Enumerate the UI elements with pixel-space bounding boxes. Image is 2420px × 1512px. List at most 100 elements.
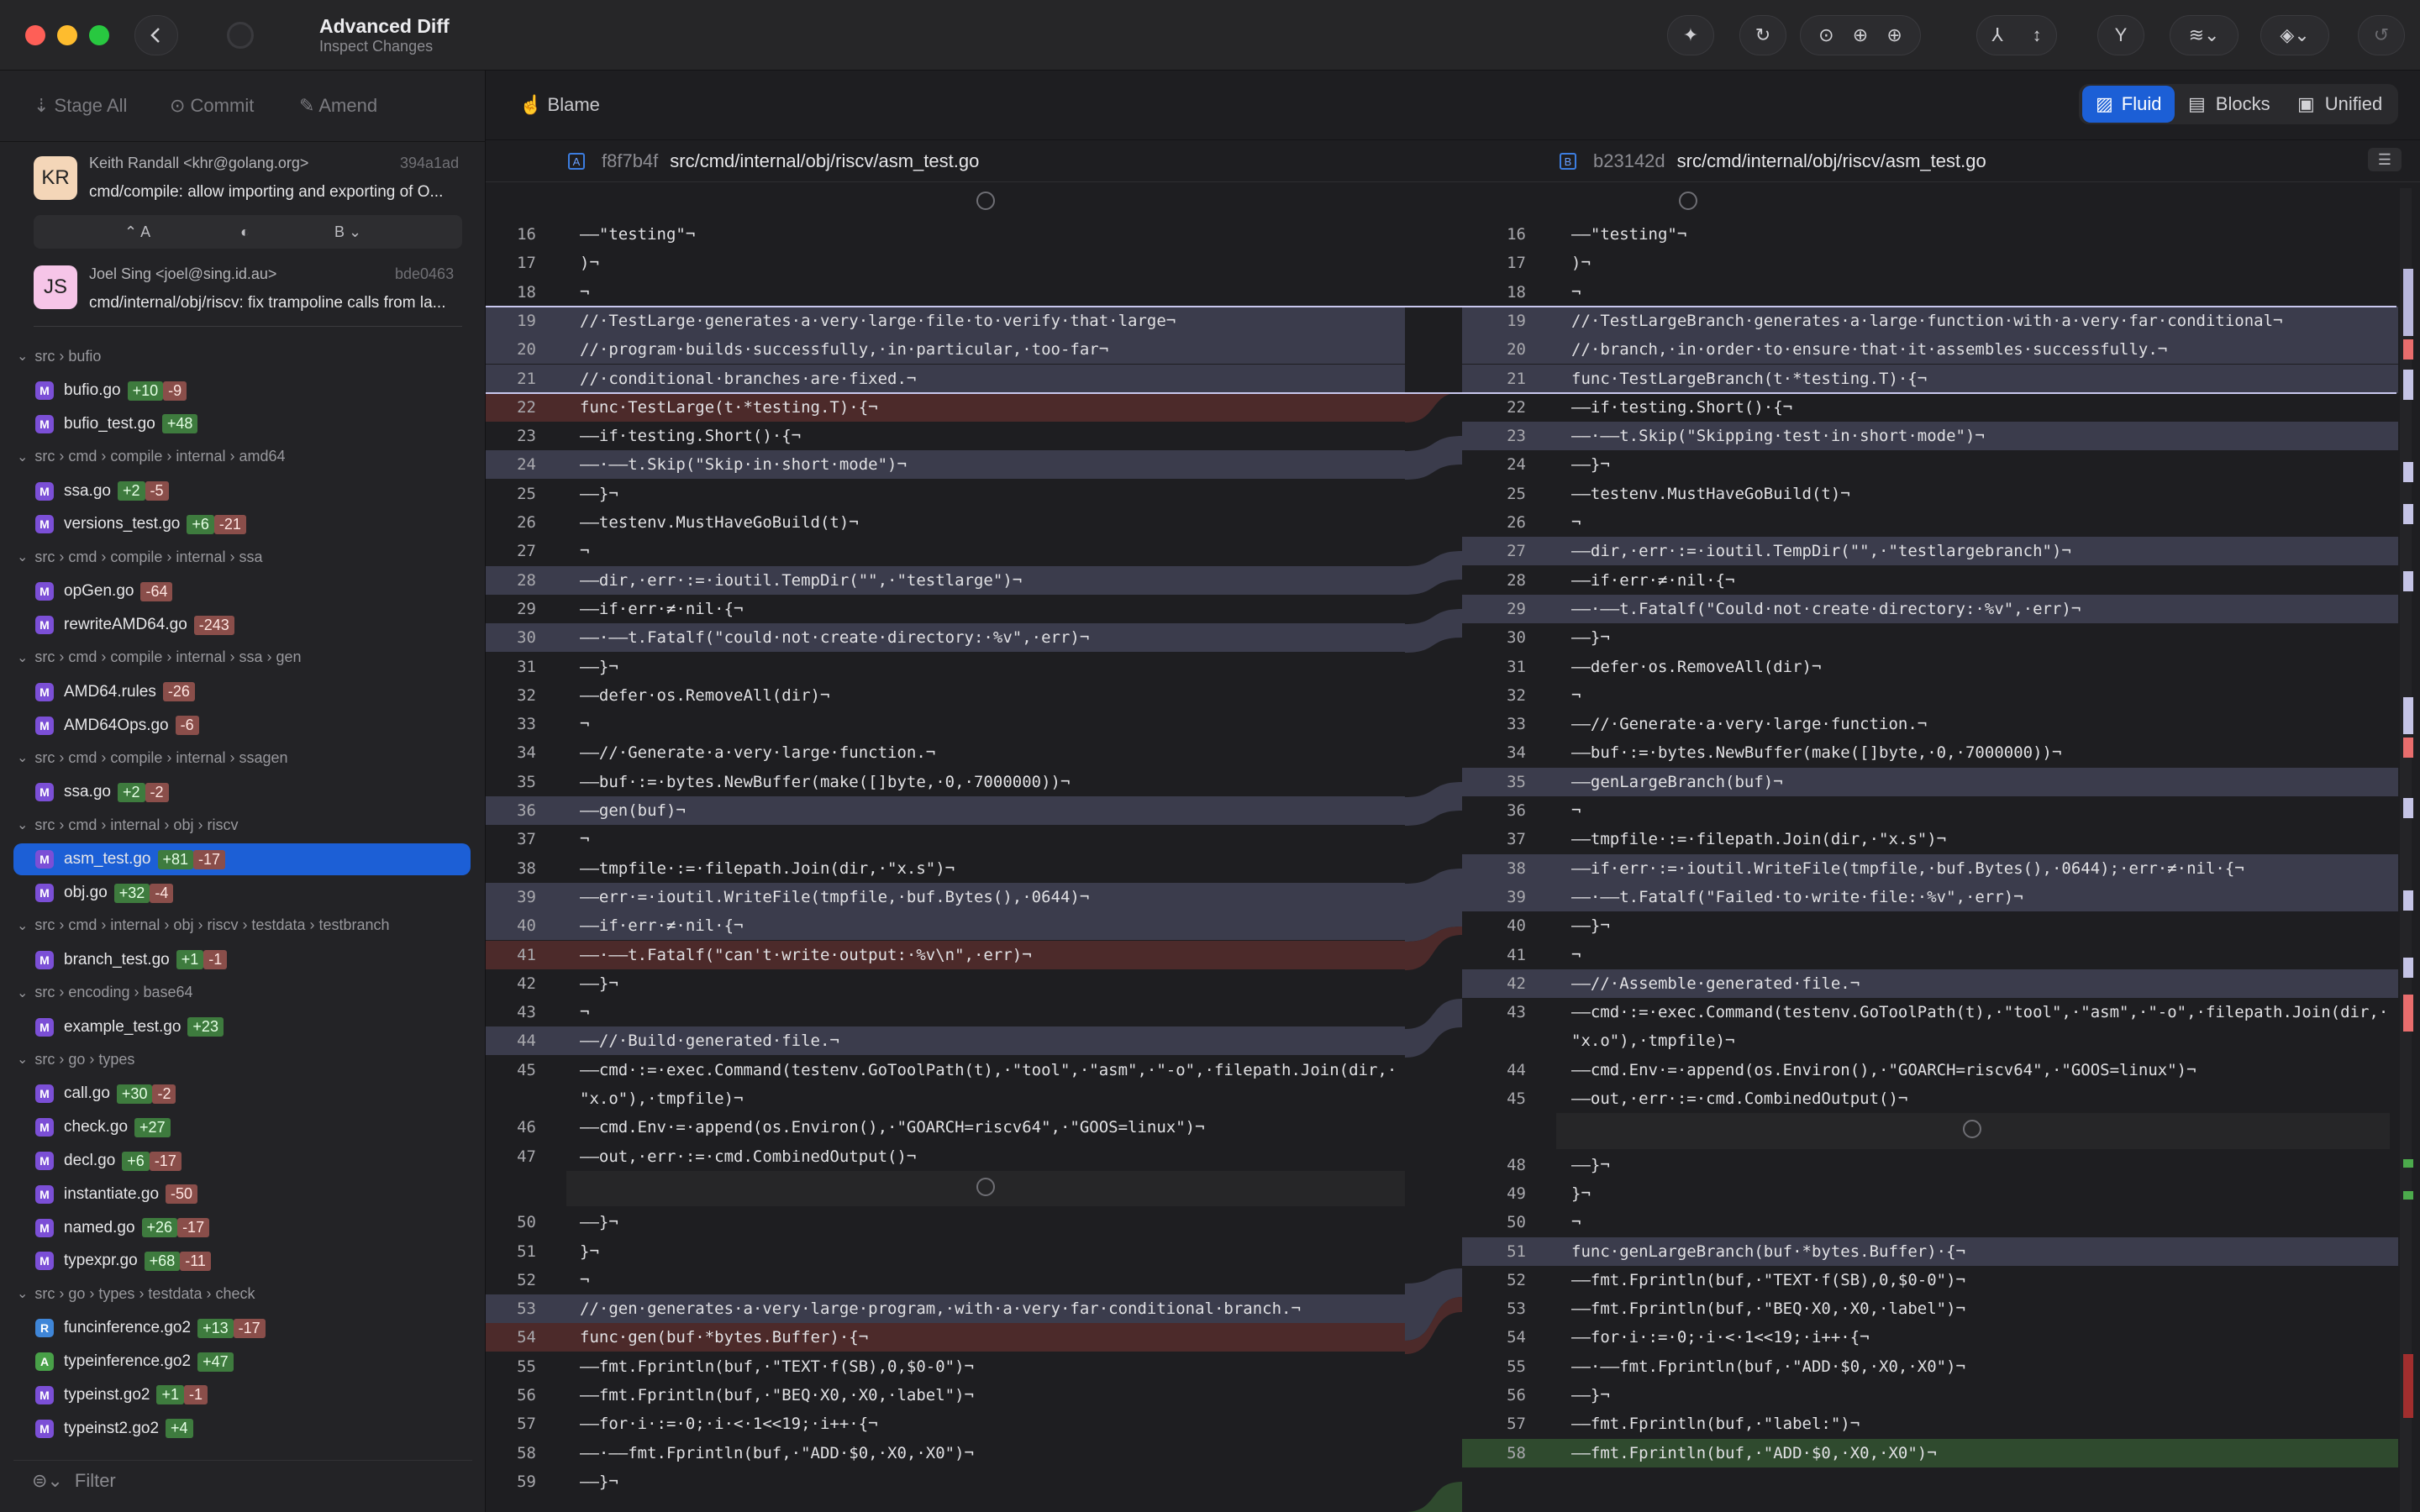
folder-group[interactable]: ⌄ src › go › types › testdata › check — [17, 1278, 255, 1309]
file-list-item[interactable]: Rfuncinference.go2 +13 -17 — [13, 1312, 471, 1344]
code-line[interactable]: ¬ — [580, 715, 1403, 733]
code-line[interactable]: ——if·err·:=·ioutil.WriteFile(tmpfile,·bu… — [1571, 859, 2395, 878]
folder-group[interactable]: ⌄ src › cmd › compile › internal › ssagen — [17, 743, 288, 773]
code-line[interactable]: ¬ — [1571, 686, 2395, 705]
code-line[interactable]: ——cmd·:=·exec.Command(testenv.GoToolPath… — [1571, 1003, 2395, 1021]
file-list-item[interactable]: Mbufio_test.go +48 — [13, 408, 471, 440]
filter-input[interactable]: Filter — [75, 1470, 116, 1492]
code-line[interactable]: func·genLargeBranch(buf·*bytes.Buffer)·{… — [1571, 1242, 2395, 1261]
code-line[interactable]: ——fmt.Fprintln(buf,·"BEQ·X0,·X0,·label")… — [1571, 1299, 2395, 1318]
code-line[interactable]: ——if·testing.Short()·{¬ — [580, 427, 1403, 445]
code-line[interactable]: ¬ — [1571, 801, 2395, 820]
code-line[interactable]: ¬ — [1571, 946, 2395, 964]
code-line[interactable]: ——err·=·ioutil.WriteFile(tmpfile,·buf.By… — [580, 888, 1403, 906]
file-list-item[interactable]: Atypeinference.go2 +47 — [13, 1346, 471, 1378]
code-line[interactable]: ——buf·:=·bytes.NewBuffer(make([]byte,·0,… — [1571, 743, 2395, 762]
minimize-window-button[interactable] — [57, 25, 77, 45]
code-line[interactable]: ——·——t.Fatalf("can't·write·output:·%v\n"… — [580, 946, 1403, 964]
code-line[interactable]: ¬ — [580, 830, 1403, 848]
code-line[interactable]: ——//·Build·generated·file.¬ — [580, 1032, 1403, 1050]
code-line[interactable]: }¬ — [1571, 1184, 2395, 1203]
file-list-item[interactable]: Mtypexpr.go +68 -11 — [13, 1245, 471, 1277]
code-line[interactable]: ——//·Assemble·generated·file.¬ — [1571, 974, 2395, 993]
code-line[interactable]: ——tmpfile·:=·filepath.Join(dir,·"x.s")¬ — [580, 859, 1403, 878]
code-line[interactable]: ——cmd.Env·=·append(os.Environ(),·"GOARCH… — [580, 1118, 1403, 1137]
file-list-item[interactable]: Mversions_test.go +6 -21 — [13, 508, 471, 540]
folder-group[interactable]: ⌄ src › encoding › base64 — [17, 978, 193, 1008]
code-line[interactable]: ——·——fmt.Fprintln(buf,·"ADD·$0,·X0,·X0")… — [1571, 1357, 2395, 1376]
code-line[interactable]: ——genLargeBranch(buf)¬ — [1571, 773, 2395, 791]
folder-group[interactable]: ⌄ src › cmd › internal › obj › riscv › te… — [17, 911, 390, 941]
code-line[interactable]: ——out,·err·:=·cmd.CombinedOutput()¬ — [580, 1147, 1403, 1166]
commit-message[interactable]: cmd/compile: allow importing and exporti… — [89, 183, 459, 202]
stage-all-button[interactable]: ⇣ Stage All — [34, 95, 127, 117]
code-line[interactable]: ——testenv.MustHaveGoBuild(t)¬ — [1571, 485, 2395, 503]
code-line[interactable]: func·TestLargeBranch(t·*testing.T)·{¬ — [1571, 370, 2395, 388]
folder-group[interactable]: ⌄ src › cmd › compile › internal › ssa › … — [17, 643, 302, 673]
code-line[interactable]: //·branch,·in·order·to·ensure·that·it·as… — [1571, 340, 2395, 359]
code-line[interactable]: ——"testing"¬ — [1571, 225, 2395, 244]
code-line[interactable]: ¬ — [1571, 513, 2395, 532]
code-line[interactable]: ¬ — [580, 1271, 1403, 1289]
file-list-item[interactable]: Mdecl.go +6 -17 — [13, 1145, 471, 1177]
code-line[interactable]: ——}¬ — [1571, 628, 2395, 647]
file-list-item[interactable]: MopGen.go -64 — [13, 575, 471, 607]
file-list-item[interactable]: Mssa.go +2 -5 — [13, 475, 471, 507]
code-line[interactable]: ——}¬ — [580, 974, 1403, 993]
code-line[interactable]: ——cmd·:=·exec.Command(testenv.GoToolPath… — [580, 1061, 1403, 1079]
expand-context-icon[interactable] — [976, 192, 995, 210]
code-line[interactable]: ——}¬ — [1571, 455, 2395, 474]
code-line[interactable]: }¬ — [580, 1242, 1403, 1261]
code-line[interactable]: ——·——t.Skip("Skip·in·short·mode")¬ — [580, 455, 1403, 474]
code-line[interactable]: ——fmt.Fprintln(buf,·"TEXT·f(SB),0,$0-0")… — [1571, 1271, 2395, 1289]
code-line[interactable]: ¬ — [580, 542, 1403, 560]
code-line[interactable]: ——fmt.Fprintln(buf,·"label:")¬ — [1571, 1415, 2395, 1433]
file-list-item[interactable]: Mbranch_test.go +1 -1 — [13, 944, 471, 976]
code-line[interactable]: ¬ — [580, 283, 1403, 302]
code-line[interactable]: //·gen·generates·a·very·large·program,·w… — [580, 1299, 1403, 1318]
code-line[interactable]: "x.o"),·tmpfile)¬ — [580, 1089, 1403, 1108]
code-line[interactable]: ——if·err·≠·nil·{¬ — [580, 600, 1403, 618]
file-list-item[interactable]: MrewriteAMD64.go -243 — [13, 609, 471, 641]
code-line[interactable]: ——dir,·err·:=·ioutil.TempDir("",·"testla… — [580, 571, 1403, 590]
code-line[interactable]: func·gen(buf·*bytes.Buffer)·{¬ — [580, 1328, 1403, 1347]
code-line[interactable]: //·program·builds·successfully,·in·parti… — [580, 340, 1403, 359]
file-list-item[interactable]: M AMD64.rules -26 — [13, 676, 471, 708]
code-line[interactable]: ——}¬ — [580, 1473, 1403, 1491]
code-line[interactable]: ——dir,·err·:=·ioutil.TempDir("",·"testla… — [1571, 542, 2395, 560]
file-list-item[interactable]: Mobj.go +32 -4 — [13, 877, 471, 909]
contrast-icon[interactable]: ◐ — [240, 223, 250, 241]
code-line[interactable]: )¬ — [1571, 254, 2395, 272]
code-line[interactable]: ¬ — [1571, 1213, 2395, 1231]
code-line[interactable]: ——}¬ — [580, 485, 1403, 503]
code-line[interactable]: ——gen(buf)¬ — [580, 801, 1403, 820]
code-line[interactable]: ——fmt.Fprintln(buf,·"ADD·$0,·X0,·X0")¬ — [1571, 1444, 2395, 1462]
code-line[interactable]: ——·——t.Fatalf("Failed·to·write·file:·%v"… — [1571, 888, 2395, 906]
code-line[interactable]: ——fmt.Fprintln(buf,·"TEXT·f(SB),0,$0-0")… — [580, 1357, 1403, 1376]
code-line[interactable]: ——testenv.MustHaveGoBuild(t)¬ — [580, 513, 1403, 532]
code-line[interactable]: ——·——t.Fatalf("Could·not·create·director… — [1571, 600, 2395, 618]
folder-group[interactable]: ⌄ src › cmd › compile › internal › amd64 — [17, 442, 286, 472]
code-line[interactable]: )¬ — [580, 254, 1403, 272]
code-line[interactable]: ——if·testing.Short()·{¬ — [1571, 398, 2395, 417]
file-list-item[interactable]: Mbufio.go +10 -9 — [13, 375, 471, 407]
folder-group[interactable]: ⌄ src › cmd › internal › obj › riscv — [17, 810, 238, 840]
expand-context-icon[interactable] — [976, 1177, 995, 1196]
commit-button[interactable]: ⊙ Commit — [170, 95, 254, 117]
file-list-item[interactable]: Mexample_test.go +23 — [13, 1011, 471, 1043]
file-list-item[interactable]: M AMD64Ops.go -6 — [13, 710, 471, 742]
code-line[interactable]: //·TestLarge·generates·a·very·large·file… — [580, 312, 1403, 330]
code-line[interactable]: ——fmt.Fprintln(buf,·"BEQ·X0,·X0,·label")… — [580, 1386, 1403, 1404]
ab-b-selector[interactable]: B ⌄ — [334, 223, 361, 241]
code-line[interactable]: //·conditional·branches·are·fixed.¬ — [580, 370, 1403, 388]
file-list-item[interactable]: Masm_test.go +81 -17 — [13, 843, 471, 876]
file-list-item[interactable]: Mtypeinst.go2 +1 -1 — [13, 1379, 471, 1411]
close-window-button[interactable] — [25, 25, 45, 45]
code-line[interactable]: ¬ — [580, 1003, 1403, 1021]
expand-context-icon[interactable] — [1679, 192, 1697, 210]
file-list-item[interactable]: Mcall.go +30 -2 — [13, 1078, 471, 1110]
code-line[interactable]: ——·——fmt.Fprintln(buf,·"ADD·$0,·X0,·X0")… — [580, 1444, 1403, 1462]
filter-bar[interactable]: ⊜⌄ Filter — [13, 1460, 472, 1500]
code-line[interactable]: ——//·Generate·a·very·large·function.¬ — [580, 743, 1403, 762]
code-line[interactable]: ——for·i·:=·0;·i·<·1<<19;·i++·{¬ — [1571, 1328, 2395, 1347]
